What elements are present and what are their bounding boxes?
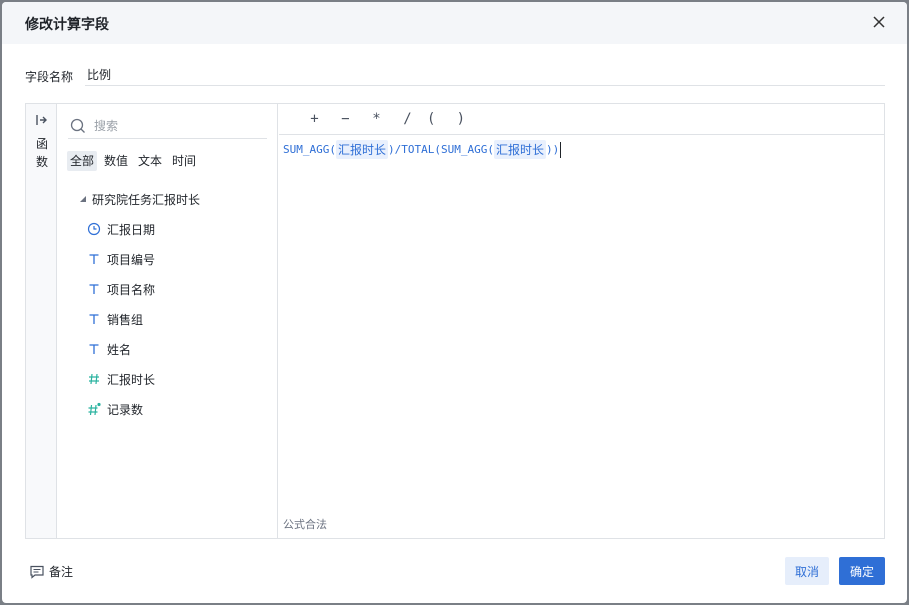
open-paren: ( xyxy=(427,111,436,127)
list-item-label: 汇报时长 xyxy=(107,372,156,387)
confirm-button[interactable]: 确定 xyxy=(839,557,885,585)
list-item-label: 记录数 xyxy=(107,402,144,417)
function-tab[interactable]: 函 数 xyxy=(26,104,57,538)
field-item-project-id[interactable]: 项目编号 xyxy=(87,246,155,272)
formula-close-paren: ) xyxy=(388,143,395,156)
parentheses-button[interactable]: ( ) xyxy=(427,111,465,127)
text-type-icon xyxy=(87,282,101,296)
dialog-header: 修改计算字段 xyxy=(2,2,907,44)
field-item-report-date[interactable]: 汇报日期 xyxy=(87,216,155,242)
function-tab-label: 函 数 xyxy=(35,137,48,169)
tree-group[interactable]: 研究院任务汇报时长 xyxy=(79,186,200,212)
close-icon[interactable] xyxy=(869,12,889,32)
formula-area: + − * / ( ) SUM_AGG(汇报时长)/TOTAL(SUM_AGG(… xyxy=(279,104,884,538)
type-filter-tabs: 全部 数值 文本 时间 xyxy=(67,151,199,171)
formula-open-paren: ( xyxy=(434,143,441,156)
formula-text[interactable]: SUM_AGG(汇报时长)/TOTAL(SUM_AGG(汇报时长)) xyxy=(283,140,562,159)
formula-editor: 函 数 全部 数值 文本 时间 xyxy=(25,103,885,539)
tab-all[interactable]: 全部 xyxy=(67,151,98,171)
tab-number[interactable]: 数值 xyxy=(101,151,131,171)
text-cursor xyxy=(560,141,562,158)
field-name-label: 字段名称 xyxy=(25,70,74,84)
minus-operator-button[interactable]: − xyxy=(330,111,361,127)
field-item-report-duration[interactable]: 汇报时长 xyxy=(87,366,155,392)
formula-operator: /TOTAL xyxy=(394,143,435,156)
comment-icon xyxy=(30,565,44,579)
formula-close-paren: ) xyxy=(546,143,553,156)
field-name-row: 字段名称 xyxy=(25,64,885,88)
fields-panel: 全部 数值 文本 时间 研究院任务汇报时长 汇报日期 xyxy=(57,104,278,538)
list-item-label: 销售组 xyxy=(107,312,144,327)
multiply-operator-button[interactable]: * xyxy=(361,111,392,127)
formula-function: SUM_AGG xyxy=(283,143,330,156)
tree-group-label: 研究院任务汇报时长 xyxy=(92,192,201,207)
count-type-icon xyxy=(87,402,101,416)
list-item-label: 项目名称 xyxy=(107,282,156,297)
list-item-label: 汇报日期 xyxy=(107,222,156,237)
field-item-name[interactable]: 姓名 xyxy=(87,336,131,362)
dialog-title: 修改计算字段 xyxy=(25,17,109,33)
formula-field-chip[interactable]: 汇报时长 xyxy=(493,140,546,159)
number-type-icon xyxy=(87,372,101,386)
text-type-icon xyxy=(87,312,101,326)
validation-status: 公式合法 xyxy=(283,518,327,531)
expand-arrow-icon xyxy=(36,115,47,125)
tab-time[interactable]: 时间 xyxy=(169,151,199,171)
collapse-caret-icon xyxy=(80,196,86,202)
operator-toolbar: + − * / ( ) xyxy=(279,104,884,135)
edit-calculated-field-dialog: 修改计算字段 字段名称 函 数 xyxy=(2,2,907,603)
text-type-icon xyxy=(87,252,101,266)
divide-operator-button[interactable]: / xyxy=(392,111,423,127)
cancel-button[interactable]: 取消 xyxy=(785,557,829,585)
list-item-label: 姓名 xyxy=(107,342,132,357)
search-input[interactable] xyxy=(94,116,264,136)
search-box xyxy=(68,113,267,139)
text-type-icon xyxy=(87,342,101,356)
plus-operator-button[interactable]: + xyxy=(299,111,330,127)
field-item-project-name[interactable]: 项目名称 xyxy=(87,276,155,302)
formula-close-paren: ) xyxy=(552,143,560,156)
close-paren: ) xyxy=(456,111,465,127)
field-name-input[interactable] xyxy=(85,64,885,86)
field-item-record-count[interactable]: 记录数 xyxy=(87,396,143,422)
clock-icon xyxy=(87,222,101,236)
formula-open-paren: ( xyxy=(329,143,336,156)
note-label: 备注 xyxy=(49,565,74,579)
formula-open-paren: ( xyxy=(487,143,494,156)
field-item-sales-group[interactable]: 销售组 xyxy=(87,306,143,332)
formula-field-chip[interactable]: 汇报时长 xyxy=(335,140,388,159)
formula-function: SUM_AGG xyxy=(441,143,488,156)
list-item-label: 项目编号 xyxy=(107,252,156,267)
tab-text[interactable]: 文本 xyxy=(135,151,165,171)
search-icon xyxy=(70,118,85,133)
note-button[interactable]: 备注 xyxy=(29,563,73,580)
